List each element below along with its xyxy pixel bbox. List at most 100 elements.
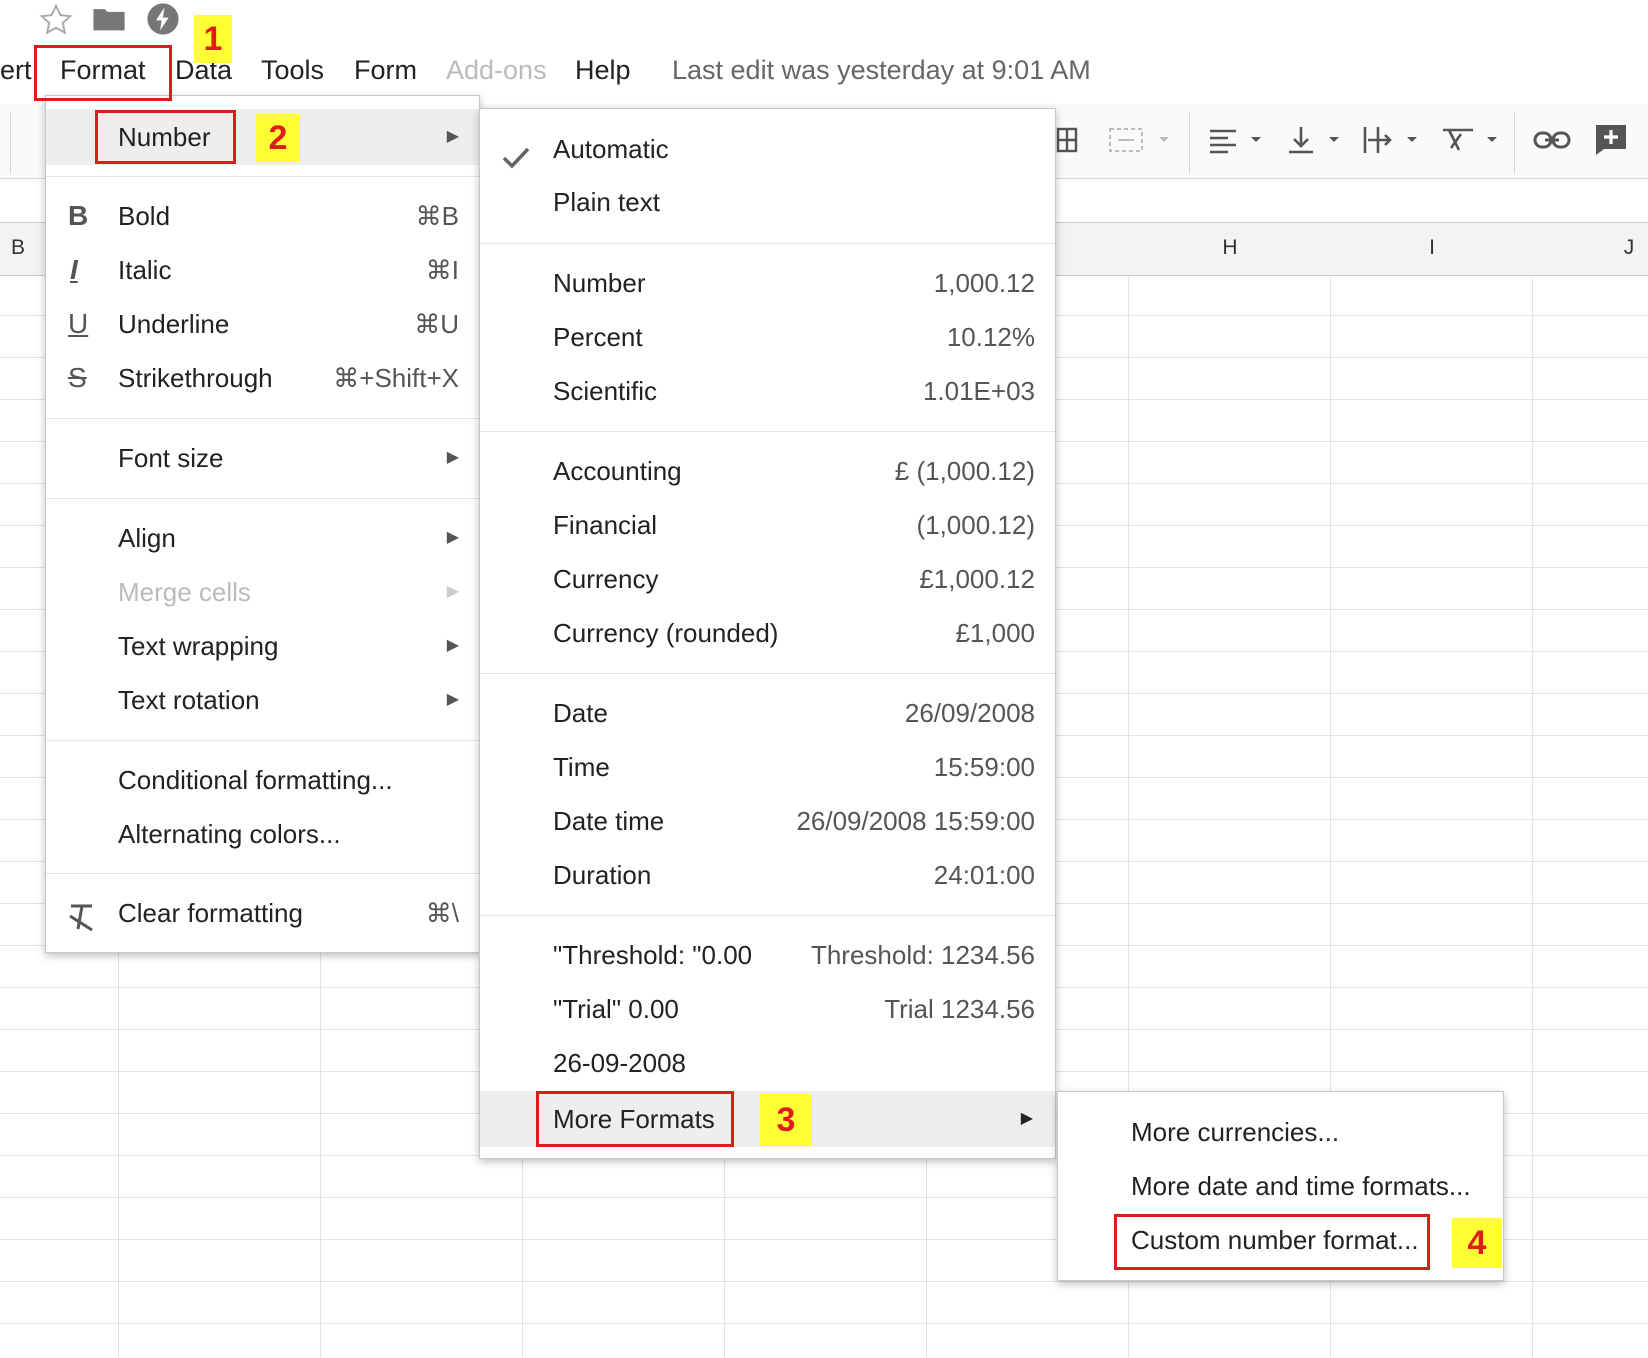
number-menu-automatic[interactable]: Automatic: [480, 124, 1055, 174]
number-menu-financial[interactable]: Financial (1,000.12): [480, 500, 1055, 550]
menu-divider: [46, 176, 479, 177]
format-menu-bold[interactable]: B Bold ⌘B: [46, 191, 479, 241]
menu-item-label: Merge cells: [118, 577, 251, 607]
underline-icon: U: [68, 308, 89, 339]
column-header-h[interactable]: H: [1130, 222, 1330, 274]
column-header-b[interactable]: B: [0, 222, 36, 274]
menu-item-label: Financial: [553, 510, 658, 540]
chevron-down-icon[interactable]: [1326, 118, 1342, 162]
toolbar-divider: [1514, 112, 1515, 174]
menu-tools[interactable]: Tools: [261, 50, 324, 90]
menu-item-label: Italic: [118, 255, 172, 285]
menu-item-label: Currency (rounded): [553, 618, 779, 648]
toolbar-divider: [10, 112, 11, 174]
chevron-down-icon[interactable]: [1484, 118, 1500, 162]
column-header-i[interactable]: I: [1332, 222, 1532, 274]
more-formats-currencies[interactable]: More currencies...: [1058, 1107, 1503, 1157]
merge-dropdown-icon[interactable]: [1104, 118, 1154, 162]
more-formats-date-time[interactable]: More date and time formats...: [1058, 1161, 1503, 1211]
menu-item-label: More currencies...: [1131, 1117, 1340, 1147]
text-rotation-icon[interactable]: [1438, 118, 1478, 162]
menu-item-label: "Threshold: "0.00: [553, 940, 753, 970]
number-menu-currency[interactable]: Currency £1,000.12: [480, 554, 1055, 604]
submenu-arrow-icon: ▶: [446, 449, 459, 466]
format-menu-underline[interactable]: U Underline ⌘U: [46, 299, 479, 349]
clear-formatting-icon: [66, 898, 96, 948]
format-menu-clear-formatting[interactable]: Clear formatting ⌘\: [46, 888, 479, 938]
format-example: 26/09/2008: [904, 698, 1035, 728]
column-header-j[interactable]: J: [1610, 222, 1648, 274]
number-menu-date-time[interactable]: Date time 26/09/2008 15:59:00: [480, 796, 1055, 846]
menu-item-label: Date time: [553, 806, 665, 836]
number-menu-time[interactable]: Time 15:59:00: [480, 742, 1055, 792]
number-menu-accounting[interactable]: Accounting £ (1,000.12): [480, 446, 1055, 496]
grid-line: [0, 1281, 1648, 1282]
number-menu-plain-text[interactable]: Plain text: [480, 177, 1055, 227]
bold-icon: B: [68, 200, 89, 231]
menu-divider: [46, 418, 479, 419]
submenu-arrow-icon: ▶: [446, 128, 459, 145]
menu-item-label: Align: [118, 523, 176, 553]
menu-item-label: Duration: [553, 860, 652, 890]
menu-form[interactable]: Form: [354, 50, 417, 90]
step-3-highlight: [536, 1091, 734, 1147]
number-menu-number[interactable]: Number 1,000.12: [480, 258, 1055, 308]
step-1-badge: 1: [194, 15, 232, 63]
star-icon[interactable]: [38, 2, 74, 43]
number-menu-date-custom[interactable]: 26-09-2008: [480, 1038, 1055, 1088]
format-example: 10.12%: [946, 322, 1035, 352]
lightning-icon[interactable]: [146, 2, 180, 41]
menu-item-label: Bold: [118, 201, 171, 231]
shortcut-label: ⌘I: [425, 255, 459, 285]
menu-item-label: Time: [553, 752, 610, 782]
menu-insert[interactable]: ert: [0, 50, 32, 90]
format-example: 1,000.12: [933, 268, 1035, 298]
last-edit-status[interactable]: Last edit was yesterday at 9:01 AM: [672, 50, 1091, 90]
format-example: 1.01E+03: [922, 376, 1035, 406]
format-menu-conditional-formatting[interactable]: Conditional formatting...: [46, 755, 479, 805]
menu-addons[interactable]: Add-ons: [446, 50, 547, 90]
number-menu-trial[interactable]: "Trial" 0.00 Trial 1234.56: [480, 984, 1055, 1034]
format-menu-italic[interactable]: I Italic ⌘I: [46, 245, 479, 295]
italic-icon: I: [70, 254, 78, 285]
link-icon[interactable]: [1530, 118, 1574, 162]
number-menu-threshold[interactable]: "Threshold: "0.00 Threshold: 1234.56: [480, 930, 1055, 980]
number-menu-duration[interactable]: Duration 24:01:00: [480, 850, 1055, 900]
chevron-down-icon[interactable]: [1248, 118, 1264, 162]
format-menu: Number ▶ B Bold ⌘B I Italic ⌘I U Underli…: [45, 95, 480, 953]
folder-icon[interactable]: [92, 4, 126, 39]
menu-divider: [480, 243, 1055, 244]
format-menu-text-rotation[interactable]: Text rotation ▶: [46, 675, 479, 725]
number-menu-scientific[interactable]: Scientific 1.01E+03: [480, 366, 1055, 416]
menu-help[interactable]: Help: [575, 50, 631, 90]
number-menu-currency-rounded[interactable]: Currency (rounded) £1,000: [480, 608, 1055, 658]
format-menu-strikethrough[interactable]: S Strikethrough ⌘+Shift+X: [46, 353, 479, 403]
format-menu-font-size[interactable]: Font size ▶: [46, 433, 479, 483]
text-wrapping-icon[interactable]: [1360, 118, 1396, 162]
format-menu-alternating-colors[interactable]: Alternating colors...: [46, 809, 479, 859]
menu-item-label: Accounting: [553, 456, 682, 486]
format-menu-text-wrapping[interactable]: Text wrapping ▶: [46, 621, 479, 671]
chevron-down-icon[interactable]: [1404, 118, 1420, 162]
chevron-down-icon[interactable]: [1156, 118, 1172, 162]
vertical-align-icon[interactable]: [1284, 118, 1318, 162]
merge-cells-icon[interactable]: [1052, 118, 1082, 162]
horizontal-align-icon[interactable]: [1206, 118, 1240, 162]
menu-item-label: Number: [553, 268, 646, 298]
number-menu-percent[interactable]: Percent 10.12%: [480, 312, 1055, 362]
add-comment-icon[interactable]: [1592, 118, 1630, 162]
format-example: Threshold: 1234.56: [810, 940, 1035, 970]
menu-divider: [480, 673, 1055, 674]
format-example: £1,000: [955, 618, 1035, 648]
step-4-highlight: [1114, 1214, 1430, 1270]
submenu-arrow-icon: ▶: [446, 583, 459, 600]
format-menu-align[interactable]: Align ▶: [46, 513, 479, 563]
step-2-highlight: [95, 110, 236, 164]
step-3-badge: 3: [760, 1094, 812, 1146]
menu-item-label: Plain text: [553, 187, 660, 217]
format-example: 24:01:00: [933, 860, 1035, 890]
number-menu-date[interactable]: Date 26/09/2008: [480, 688, 1055, 738]
menu-item-label: Strikethrough: [118, 363, 273, 393]
grid-line: [0, 1323, 1648, 1324]
shortcut-label: ⌘\: [425, 898, 459, 928]
